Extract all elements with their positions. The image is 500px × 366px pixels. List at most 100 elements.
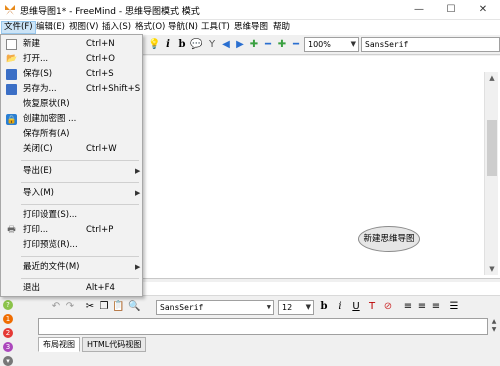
file-menu-dropdown: 新建 Ctrl+N 📂 打开... Ctrl+O 保存(S) Ctrl+S 另存…: [0, 34, 143, 297]
minimize-button[interactable]: —: [404, 0, 434, 20]
editor-size-value: 12: [282, 303, 293, 312]
window-title: 思维导图1* - FreeMind - 思维导图模式 模式: [20, 7, 200, 17]
menu-item-import[interactable]: 导入(M) ▶: [2, 186, 142, 201]
menu-item-save-as[interactable]: 另存为... Ctrl+Shift+S: [2, 82, 142, 97]
menu-separator: [21, 204, 139, 205]
menu-separator: [21, 160, 139, 161]
chevron-down-icon: ▼: [350, 40, 356, 48]
collapse-icon[interactable]: ━: [262, 38, 274, 51]
new-file-icon: [6, 39, 17, 50]
icon-priority-2[interactable]: 2: [3, 328, 13, 338]
text-color-icon[interactable]: T: [366, 300, 378, 313]
expand-icon[interactable]: ✚: [276, 38, 288, 51]
title-bar: 思维导图1* - FreeMind - 思维导图模式 模式 — ☐ ✕: [0, 0, 500, 20]
menu-item-export[interactable]: 导出(E) ▶: [2, 164, 142, 179]
paste-icon[interactable]: 📋: [112, 300, 124, 313]
editor-size-select[interactable]: 12 ▼: [278, 300, 314, 315]
menu-item-save-all[interactable]: 保存所有(A): [2, 127, 142, 142]
menu-item-recent-files[interactable]: 最近的文件(M) ▶: [2, 260, 142, 275]
icon-priority-1[interactable]: 1: [3, 314, 13, 324]
menu-insert[interactable]: 插入(S): [100, 21, 133, 34]
menu-item-new[interactable]: 新建 Ctrl+N: [2, 37, 142, 52]
icon-priority-3[interactable]: 3: [3, 342, 13, 352]
zoom-value: 100%: [308, 40, 331, 49]
chevron-right-icon: ▶: [135, 263, 141, 271]
scroll-up-icon[interactable]: ▲: [485, 74, 499, 82]
scroll-up-icon[interactable]: ▲: [488, 318, 500, 326]
lock-icon: 🔒: [6, 114, 17, 125]
menu-navigate[interactable]: 导航(N): [166, 21, 200, 34]
bold-icon[interactable]: b: [176, 38, 188, 51]
editor-font-value: SansSerif: [160, 303, 204, 312]
scroll-down-icon[interactable]: ▼: [488, 326, 500, 334]
note-editor-toolbar: ↶ ↷ ✂ ❐ 📋 🔍 SansSerif ▼ 12 ▼ b i U T ⊘ ≡…: [38, 298, 500, 316]
menu-format[interactable]: 格式(O): [133, 21, 167, 34]
italic-icon[interactable]: i: [162, 38, 174, 51]
note-text-area[interactable]: [38, 318, 488, 335]
editor-underline-icon[interactable]: U: [350, 300, 362, 313]
font-value: SansSerif: [365, 40, 409, 49]
tab-layout-view[interactable]: 布局视图: [38, 337, 80, 352]
menu-item-exit[interactable]: 退出 Alt+F4: [2, 281, 142, 296]
align-left-icon[interactable]: ≡: [402, 300, 414, 313]
menu-item-print[interactable]: 🖶 打印... Ctrl+P: [2, 223, 142, 238]
zoom-in-icon[interactable]: ✚: [248, 38, 260, 51]
chevron-right-icon: ▶: [135, 167, 141, 175]
menu-view[interactable]: 视图(V): [67, 21, 100, 34]
save-as-icon: [6, 84, 17, 95]
menu-tools[interactable]: 工具(T): [199, 21, 232, 34]
find-icon[interactable]: 🔍: [128, 300, 140, 313]
printer-icon: 🖶: [7, 225, 16, 235]
map-vertical-scrollbar[interactable]: ▲ ▼: [484, 72, 498, 275]
list-icon[interactable]: ☰: [448, 300, 460, 313]
menu-separator: [21, 278, 139, 279]
icon-question[interactable]: ?: [3, 300, 13, 310]
chevron-right-icon: ▶: [135, 189, 141, 197]
menu-item-print-preview[interactable]: 打印预览(R)...: [2, 238, 142, 253]
lightbulb-icon[interactable]: 💡: [148, 38, 160, 51]
filter-icon[interactable]: Y: [206, 38, 218, 51]
menu-bar: 文件(F) 编辑(E) 视图(V) 插入(S) 格式(O) 导航(N) 工具(T…: [0, 20, 500, 35]
menu-item-close[interactable]: 关闭(C) Ctrl+W: [2, 142, 142, 157]
editor-italic-icon[interactable]: i: [334, 300, 346, 313]
tab-html-view[interactable]: HTML代码视图: [82, 337, 147, 352]
zoom-out-icon[interactable]: ━: [290, 38, 302, 51]
scroll-thumb[interactable]: [487, 120, 497, 176]
menu-item-save[interactable]: 保存(S) Ctrl+S: [2, 67, 142, 82]
menu-separator: [21, 182, 139, 183]
align-center-icon[interactable]: ≡: [416, 300, 428, 313]
clear-format-icon[interactable]: ⊘: [382, 300, 394, 313]
chevron-down-icon: ▼: [305, 303, 311, 311]
arrow-left-icon[interactable]: ◀: [220, 38, 232, 51]
redo-icon[interactable]: ↷: [64, 300, 76, 313]
undo-icon[interactable]: ↶: [50, 300, 62, 313]
menu-mindmaps[interactable]: 思维导图: [232, 21, 270, 34]
icon-palette: ? 1 2 3 ▾: [0, 296, 16, 366]
copy-icon[interactable]: ❐: [98, 300, 110, 313]
zoom-select[interactable]: 100% ▼: [304, 37, 359, 52]
menu-help[interactable]: 帮助: [271, 21, 292, 34]
note-icon[interactable]: 💬: [190, 38, 202, 51]
align-right-icon[interactable]: ≡: [430, 300, 442, 313]
menu-item-encrypted[interactable]: 🔒 创建加密图 ...: [2, 112, 142, 127]
open-folder-icon: 📂: [6, 54, 18, 64]
menu-file[interactable]: 文件(F): [1, 21, 36, 34]
save-icon: [6, 69, 17, 80]
icon-palette-down[interactable]: ▾: [3, 356, 13, 366]
editor-bold-icon[interactable]: b: [318, 300, 330, 313]
editor-scroll[interactable]: ▲ ▼: [488, 318, 500, 335]
scroll-down-icon[interactable]: ▼: [485, 265, 499, 273]
maximize-button[interactable]: ☐: [436, 0, 466, 20]
menu-item-print-setup[interactable]: 打印设置(S)...: [2, 208, 142, 223]
font-select[interactable]: SansSerif: [361, 37, 500, 52]
root-node[interactable]: 新建思维导图: [358, 226, 420, 252]
menu-item-revert[interactable]: 恢复原状(R): [2, 97, 142, 112]
menu-item-open[interactable]: 📂 打开... Ctrl+O: [2, 52, 142, 67]
editor-font-select[interactable]: SansSerif ▼: [156, 300, 274, 315]
menu-edit[interactable]: 编辑(E): [34, 21, 67, 34]
close-button[interactable]: ✕: [468, 0, 498, 20]
cut-icon[interactable]: ✂: [84, 300, 96, 313]
chevron-down-icon: ▼: [266, 303, 271, 311]
arrow-right-icon[interactable]: ▶: [234, 38, 246, 51]
menu-separator: [21, 256, 139, 257]
